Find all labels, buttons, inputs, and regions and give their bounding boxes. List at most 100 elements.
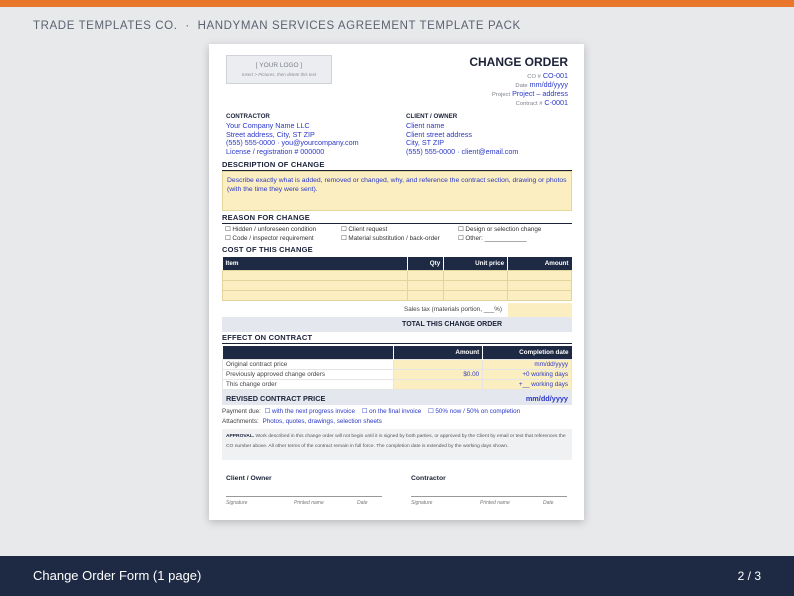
- logo-placeholder: [ YOUR LOGO ] Insert > Pictures, then de…: [226, 55, 332, 84]
- column-header: Item: [222, 257, 409, 270]
- signature-title: Contractor: [411, 475, 446, 482]
- checkbox-icon: ☐: [225, 226, 231, 233]
- row-label: Previously approved change orders: [221, 368, 395, 380]
- reason-option[interactable]: ☐ Hidden / unforeseen condition: [225, 226, 316, 233]
- signature-line[interactable]: [226, 496, 382, 497]
- logo-text: [ YOUR LOGO ]: [255, 62, 303, 69]
- reason-option-label: Code / inspector requirement: [232, 235, 314, 242]
- attachments-row: Attachments: Photos, quotes, drawings, s…: [222, 418, 382, 425]
- cost-heading: COST OF THIS CHANGE: [222, 245, 313, 254]
- checkbox-icon: ☐: [341, 226, 347, 233]
- cell-input[interactable]: [407, 289, 445, 301]
- payment-option[interactable]: ☐ with the next progress invoice: [265, 408, 355, 415]
- meta-label: Contract #: [515, 101, 543, 107]
- attachments-value[interactable]: Photos, quotes, drawings, selection shee…: [263, 418, 382, 425]
- payment-label: Payment due:: [222, 408, 261, 415]
- logo-hint: Insert > Pictures, then delete this text: [241, 72, 317, 77]
- contractor-label: CONTRACTOR: [226, 113, 270, 120]
- row-label: Original contract price: [221, 358, 395, 370]
- meta-co-number: CO # CO-001: [527, 71, 568, 80]
- date-input[interactable]: mm/dd/yyyy: [482, 358, 572, 370]
- date-input[interactable]: +0 working days: [482, 368, 572, 380]
- sales-tax-input[interactable]: [508, 303, 572, 317]
- checkbox-icon: ☐: [458, 235, 464, 242]
- cell-input[interactable]: [507, 279, 572, 291]
- cell-input[interactable]: [443, 289, 509, 301]
- reason-option-label: Material substitution / back-order: [348, 235, 440, 242]
- table-header-row: Amount Completion date: [222, 346, 572, 359]
- meta-project: Project Project – address: [492, 89, 568, 98]
- checkbox-icon: ☐: [225, 235, 231, 242]
- reason-option-label: Client request: [348, 226, 388, 233]
- cell-input[interactable]: [507, 289, 572, 301]
- revised-date[interactable]: mm/dd/yyyy: [526, 394, 568, 403]
- amount-input[interactable]: [393, 378, 484, 390]
- reason-option[interactable]: ☐ Design or selection change: [458, 226, 541, 233]
- signature-line[interactable]: [411, 496, 567, 497]
- client-label: CLIENT / OWNER: [406, 113, 458, 120]
- footer-title: Change Order Form (1 page): [33, 568, 202, 583]
- reason-heading: REASON FOR CHANGE: [222, 213, 572, 224]
- attachments-label: Attachments:: [222, 418, 259, 425]
- cell-input[interactable]: [507, 269, 572, 281]
- payment-option[interactable]: ☐ on the final invoice: [362, 408, 422, 415]
- header-separator: ·: [185, 20, 190, 32]
- meta-value: mm/dd/yyyy: [529, 80, 568, 89]
- signature-title: Client / Owner: [226, 475, 272, 482]
- description-heading: DESCRIPTION OF CHANGE: [222, 160, 572, 171]
- column-header: Amount: [393, 346, 484, 359]
- printed-name-caption: Printed name: [480, 500, 510, 506]
- table-row: This change order +__ working days: [221, 378, 572, 390]
- contractor-block: CONTRACTOR Your Company Name LLC Street …: [226, 113, 359, 156]
- meta-date: Date mm/dd/yyyy: [515, 80, 568, 89]
- approval-box: APPROVAL. Work described in this change …: [222, 429, 572, 460]
- cell-input[interactable]: [443, 279, 509, 291]
- amount-input[interactable]: $0.00: [393, 368, 484, 380]
- reason-option[interactable]: ☐ Other: ____________: [458, 235, 527, 242]
- cell-input[interactable]: [221, 279, 409, 291]
- table-row: Previously approved change orders $0.00 …: [221, 368, 572, 380]
- column-header: Unit price: [443, 257, 509, 270]
- cell-input[interactable]: [221, 289, 409, 301]
- date-caption: Date: [543, 500, 554, 506]
- meta-contract-number: Contract # C-0001: [516, 98, 568, 107]
- meta-value: Project – address: [512, 89, 568, 98]
- reason-option[interactable]: ☐ Client request: [341, 226, 387, 233]
- contractor-license: License / registration # 000000: [226, 146, 325, 156]
- description-field[interactable]: Describe exactly what is added, removed …: [222, 171, 572, 211]
- signature-caption: Signature: [411, 500, 433, 506]
- checkbox-icon: ☐: [458, 226, 464, 233]
- approval-text: Work described in this change order will…: [226, 434, 566, 449]
- column-header: Amount: [507, 257, 572, 270]
- column-header: [222, 346, 395, 359]
- reason-option-label: Design or selection change: [465, 226, 542, 233]
- cell-input[interactable]: [407, 269, 445, 281]
- meta-label: Project: [492, 92, 511, 98]
- row-label: This change order: [221, 378, 395, 390]
- cell-input[interactable]: [443, 269, 509, 281]
- checkbox-icon: ☐: [341, 235, 347, 242]
- payment-option[interactable]: ☐ 50% now / 50% on completion: [428, 408, 520, 415]
- reason-option[interactable]: ☐ Code / inspector requirement: [225, 235, 314, 242]
- client-block: CLIENT / OWNER Client name Client street…: [406, 113, 518, 156]
- cost-table: Item Qty Unit price Amount: [221, 257, 572, 301]
- table-row: [221, 269, 572, 281]
- signature-caption: Signature: [226, 500, 248, 506]
- amount-input[interactable]: [393, 358, 484, 370]
- table-row: Original contract price mm/dd/yyyy: [221, 358, 572, 370]
- header-breadcrumb: TRADE TEMPLATES CO. · HANDYMAN SERVICES …: [33, 20, 521, 32]
- reason-option[interactable]: ☐ Material substitution / back-order: [341, 235, 440, 242]
- document-title: CHANGE ORDER: [469, 55, 568, 69]
- date-caption: Date: [357, 500, 368, 506]
- date-input[interactable]: +__ working days: [482, 378, 572, 390]
- cell-input[interactable]: [221, 269, 409, 281]
- table-row: [221, 289, 572, 301]
- meta-value: CO-001: [542, 71, 568, 80]
- column-header: Qty: [407, 257, 445, 270]
- document-page: [ YOUR LOGO ] Insert > Pictures, then de…: [209, 44, 584, 520]
- total-row: TOTAL THIS CHANGE ORDER: [222, 317, 572, 332]
- meta-value: C-0001: [544, 98, 568, 107]
- payment-due-row: Payment due: ☐ with the next progress in…: [222, 408, 520, 415]
- table-header-row: Item Qty Unit price Amount: [222, 257, 572, 270]
- cell-input[interactable]: [407, 279, 445, 291]
